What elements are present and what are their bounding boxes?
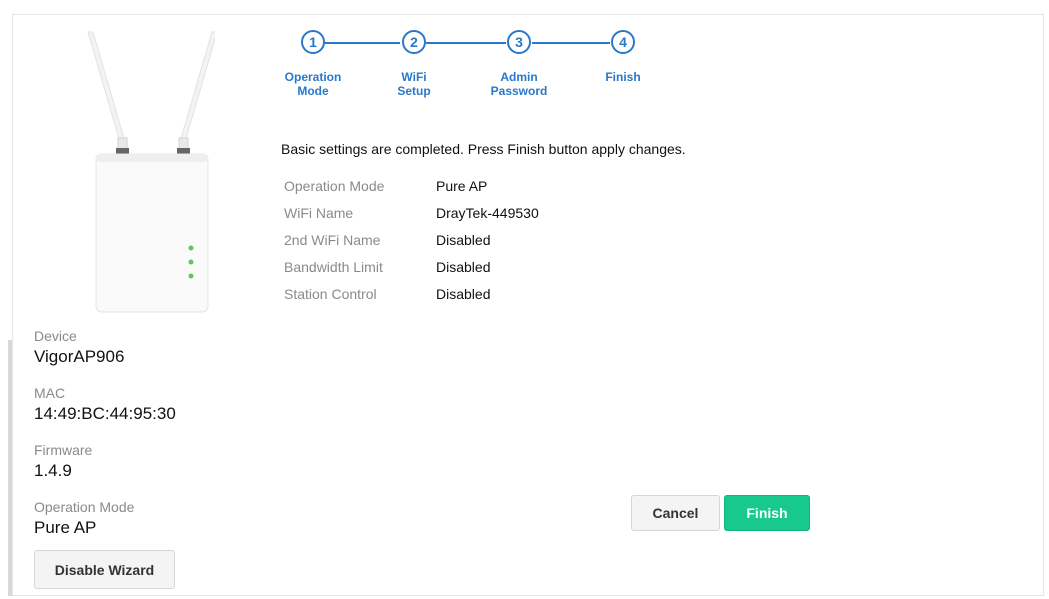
setting-value: DrayTek-449530: [436, 205, 539, 221]
table-row: Operation Mode Pure AP: [284, 178, 539, 205]
firmware-value: 1.4.9: [34, 461, 72, 480]
setting-value: Disabled: [436, 286, 491, 302]
step-4-label: Finish: [605, 70, 641, 84]
left-divider: [8, 340, 12, 596]
device-info-firmware: Firmware 1.4.9: [34, 442, 92, 481]
step-connector: [324, 42, 400, 44]
mac-label: MAC: [34, 385, 66, 401]
access-point-image: [87, 31, 215, 313]
setting-value: Disabled: [436, 259, 491, 275]
table-row: WiFi Name DrayTek-449530: [284, 205, 539, 232]
step-connector: [426, 42, 506, 44]
device-info-mac: MAC 14:49:BC:44:95:30: [34, 385, 176, 424]
step-2-label: WiFi Setup: [397, 70, 431, 98]
device-label: Device: [34, 328, 77, 344]
step-connector: [532, 42, 610, 44]
setting-key: Operation Mode: [284, 178, 385, 194]
step-1-indicator[interactable]: 1: [301, 30, 325, 54]
step-1-label: Operation Mode: [284, 70, 342, 98]
device-info-operation-mode: Operation Mode Pure AP: [34, 499, 134, 538]
device-info-device: Device VigorAP906: [34, 328, 124, 367]
step-3-label: Admin Password: [490, 70, 548, 98]
setting-key: Bandwidth Limit: [284, 259, 383, 275]
disable-wizard-button[interactable]: Disable Wizard: [34, 550, 175, 589]
setting-value: Disabled: [436, 232, 491, 248]
firmware-label: Firmware: [34, 442, 93, 458]
setting-key: Station Control: [284, 286, 377, 302]
step-3-indicator[interactable]: 3: [507, 30, 531, 54]
operation-mode-label: Operation Mode: [34, 499, 135, 515]
summary-message: Basic settings are completed. Press Fini…: [281, 141, 686, 157]
step-2-indicator[interactable]: 2: [402, 30, 426, 54]
cancel-button[interactable]: Cancel: [631, 495, 720, 531]
setting-key: WiFi Name: [284, 205, 354, 221]
table-row: Bandwidth Limit Disabled: [284, 259, 539, 286]
settings-summary-table: Operation Mode Pure AP WiFi Name DrayTek…: [284, 178, 539, 313]
setting-value: Pure AP: [436, 178, 488, 194]
operation-mode-value: Pure AP: [34, 518, 97, 537]
finish-button[interactable]: Finish: [724, 495, 810, 531]
device-value: VigorAP906: [34, 347, 125, 366]
setting-key: 2nd WiFi Name: [284, 232, 381, 248]
table-row: Station Control Disabled: [284, 286, 539, 313]
table-row: 2nd WiFi Name Disabled: [284, 232, 539, 259]
mac-value: 14:49:BC:44:95:30: [34, 404, 176, 423]
step-4-indicator[interactable]: 4: [611, 30, 635, 54]
wizard-stepper: 1 2 3 4 Operation Mode WiFi Setup Admin …: [280, 28, 680, 108]
